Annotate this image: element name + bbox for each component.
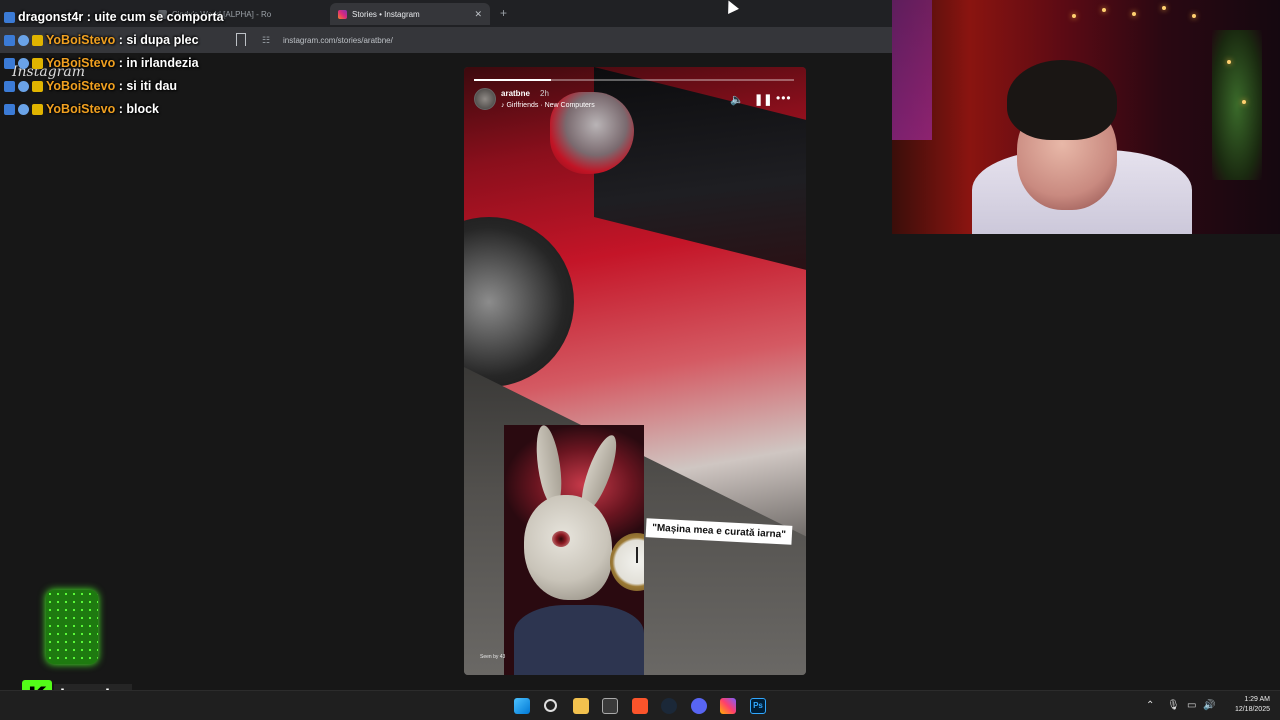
url-field[interactable]: instagram.com/stories/aratbne/ bbox=[283, 36, 393, 45]
tab-instagram-stories[interactable]: Stories • Instagram ✕ bbox=[330, 3, 490, 25]
watch-hand bbox=[636, 547, 638, 563]
sub-badge-icon bbox=[18, 57, 29, 69]
verified-badge-icon bbox=[4, 11, 15, 23]
rabbit-sticker-image bbox=[504, 425, 644, 675]
volume-icon[interactable]: 🔊 bbox=[1203, 700, 1215, 711]
chat-text: in irlandezia bbox=[126, 56, 199, 70]
chat-text: block bbox=[126, 102, 159, 116]
close-tab-icon[interactable]: ✕ bbox=[474, 9, 482, 20]
chat-username: YoBoiStevo bbox=[46, 33, 116, 47]
string-light bbox=[1227, 60, 1231, 64]
chat-message: YoBoiStevo : si dupa plec bbox=[4, 31, 199, 49]
chat-text: si dupa plec bbox=[126, 33, 199, 47]
mute-icon[interactable]: 🔈 bbox=[730, 93, 744, 106]
site-info-icon[interactable]: ☷ bbox=[262, 35, 270, 46]
crown-badge-icon bbox=[32, 80, 43, 92]
moderator-badge-icon bbox=[4, 57, 15, 69]
green-cube-animation bbox=[46, 590, 98, 664]
bookmark-icon[interactable] bbox=[236, 33, 246, 46]
car-window bbox=[594, 67, 806, 270]
chat-username: YoBoiStevo bbox=[46, 79, 116, 93]
string-light bbox=[1242, 100, 1246, 104]
webcam-overlay bbox=[892, 0, 1280, 234]
moderator-badge-icon bbox=[4, 34, 15, 46]
sub-badge-icon bbox=[18, 80, 29, 92]
chat-message: dragonst4r : uite cum se comporta bbox=[4, 8, 224, 26]
music-label: Girlfriends · New Computers bbox=[506, 102, 595, 109]
chat-username: YoBoiStevo bbox=[46, 56, 116, 70]
system-clock[interactable]: 1:29 AM 12/18/2025 bbox=[1222, 695, 1270, 715]
chat-message: YoBoiStevo : si iti dau bbox=[4, 77, 177, 95]
windows-taskbar: Ps ⌃ 🎙 ▭ 🔊 1:29 AM 12/18/2025 bbox=[0, 690, 1280, 720]
avatar[interactable] bbox=[474, 88, 496, 110]
pocket-watch bbox=[610, 533, 644, 591]
string-light bbox=[1192, 14, 1196, 18]
story-music[interactable]: ♪ Girlfriends · New Computers bbox=[501, 102, 595, 109]
chat-username: YoBoiStevo bbox=[46, 102, 116, 116]
search-icon[interactable] bbox=[544, 699, 557, 712]
store-icon[interactable] bbox=[602, 698, 618, 714]
chat-message: YoBoiStevo : in irlandezia bbox=[4, 54, 199, 72]
sub-badge-icon bbox=[18, 103, 29, 115]
rabbit-head bbox=[524, 495, 612, 600]
chat-text: si iti dau bbox=[126, 79, 178, 93]
crown-badge-icon bbox=[32, 34, 43, 46]
photoshop-icon[interactable]: Ps bbox=[750, 698, 766, 714]
clock-time: 1:29 AM bbox=[1244, 696, 1270, 703]
story-progress-bar bbox=[474, 79, 794, 81]
story-time: 2h bbox=[540, 89, 549, 98]
steam-icon[interactable] bbox=[661, 698, 677, 714]
car-wheel bbox=[464, 217, 574, 387]
sub-badge-icon bbox=[18, 34, 29, 46]
file-explorer-icon[interactable] bbox=[573, 698, 589, 714]
chat-username: dragonst4r bbox=[18, 10, 84, 24]
chat-separator: : bbox=[83, 10, 95, 24]
streamer-hair bbox=[1007, 60, 1117, 140]
streamer bbox=[972, 60, 1192, 234]
screen: Cindy's World [ALPHA] - Ro Stories • Ins… bbox=[0, 0, 1280, 720]
chat-separator: : bbox=[115, 56, 127, 70]
network-icon[interactable]: ▭ bbox=[1187, 700, 1196, 711]
story-progress-fill bbox=[474, 79, 551, 81]
chat-text: uite cum se comporta bbox=[94, 10, 224, 24]
chat-separator: : bbox=[115, 79, 127, 93]
windows-start-icon[interactable] bbox=[514, 698, 530, 714]
discord-icon[interactable] bbox=[691, 698, 707, 714]
chat-separator: : bbox=[115, 102, 127, 116]
string-light bbox=[1132, 12, 1136, 16]
chat-separator: : bbox=[115, 33, 127, 47]
moderator-badge-icon bbox=[4, 103, 15, 115]
brave-browser-icon[interactable] bbox=[632, 698, 648, 714]
photos-icon[interactable] bbox=[720, 698, 736, 714]
rabbit-coat bbox=[514, 605, 644, 675]
purple-light bbox=[892, 0, 932, 140]
crown-badge-icon bbox=[32, 57, 43, 69]
string-light bbox=[1072, 14, 1076, 18]
story-viewer[interactable]: aratbne 2h ♪ Girlfriends · New Computers… bbox=[464, 67, 806, 675]
chevron-up-icon[interactable]: ⌃ bbox=[1146, 700, 1154, 711]
string-light bbox=[1162, 6, 1166, 10]
string-light bbox=[1102, 8, 1106, 12]
tab-label: Stories • Instagram bbox=[352, 9, 420, 19]
plus-icon[interactable]: + bbox=[500, 6, 507, 20]
more-options-icon[interactable]: ••• bbox=[776, 91, 792, 105]
pause-icon[interactable]: ❚❚ bbox=[754, 93, 772, 106]
story-username[interactable]: aratbne bbox=[501, 89, 530, 98]
clock-date: 12/18/2025 bbox=[1234, 706, 1270, 713]
rabbit-eye bbox=[552, 531, 570, 547]
seen-by-count[interactable]: Seen by 43 bbox=[480, 654, 505, 660]
moderator-badge-icon bbox=[4, 80, 15, 92]
instagram-favicon-icon bbox=[338, 9, 347, 19]
crown-badge-icon bbox=[32, 103, 43, 115]
chat-message: YoBoiStevo : block bbox=[4, 100, 159, 118]
christmas-tree bbox=[1212, 30, 1262, 180]
microphone-icon[interactable]: 🎙 bbox=[1167, 700, 1180, 711]
